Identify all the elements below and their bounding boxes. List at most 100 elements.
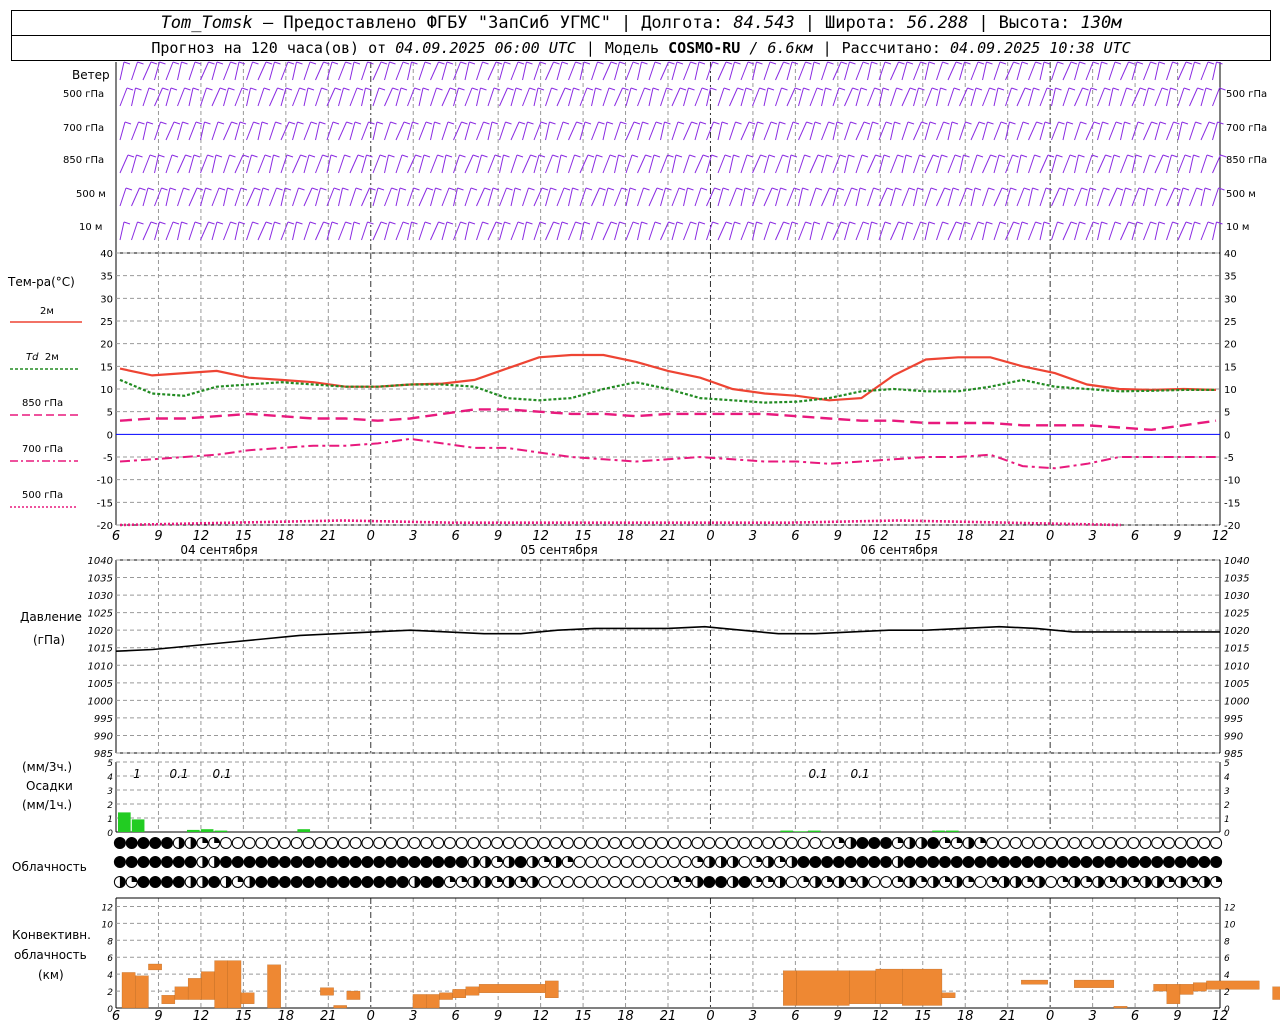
wind-barb — [1016, 154, 1022, 174]
wind-barb — [395, 221, 404, 241]
cloud-circle — [502, 837, 515, 849]
wind-barb-flag — [1150, 61, 1157, 65]
cloud-circle — [314, 876, 327, 888]
cloud-symbol — [573, 856, 586, 868]
wind-barb — [602, 187, 609, 207]
wind-barb-flag — [607, 187, 615, 191]
cloud-symbol — [844, 856, 857, 868]
wind-barb-flag — [345, 61, 352, 65]
wind-barb-flag — [1151, 121, 1158, 125]
cloud-symbol — [1198, 856, 1211, 868]
wind-barb-flag — [125, 187, 133, 191]
wind-barb — [1143, 187, 1148, 207]
cloud-symbol — [255, 856, 268, 868]
conv-bar — [1074, 979, 1115, 988]
wind-barb-flag — [1136, 221, 1144, 225]
wind-barb-flag — [737, 87, 744, 91]
wind-barb-flag — [516, 154, 524, 158]
conv-bar — [121, 972, 136, 1009]
wind-barb-flag — [403, 121, 411, 125]
wind-barb-flag — [1082, 87, 1089, 91]
cloud-circle — [161, 837, 174, 849]
cloud-circle — [432, 837, 445, 849]
cloud-circle — [1151, 856, 1164, 868]
wind-barb-flag — [1114, 61, 1122, 65]
cloud-symbol — [408, 876, 421, 888]
wind-barb — [1074, 61, 1080, 81]
wind-barb — [395, 121, 405, 141]
wind-barb — [729, 61, 735, 81]
wind-barb-flag — [873, 187, 880, 191]
wind-barb-flag — [930, 187, 938, 191]
wind-barb — [142, 221, 152, 241]
cloud-symbol — [856, 856, 869, 868]
wind-barb-flag — [931, 87, 939, 91]
cloud-symbol — [184, 837, 197, 849]
cloud-symbol — [396, 856, 409, 868]
wind-barb — [798, 87, 804, 107]
wind-barb-flag — [434, 121, 441, 125]
cloud-circle — [561, 837, 574, 849]
cloud-symbol — [561, 856, 574, 868]
wind-barb — [763, 121, 772, 141]
wind-barb-flag — [277, 87, 284, 91]
cloud-symbol — [443, 856, 456, 868]
wind-barb — [1051, 61, 1058, 81]
wind-barb — [223, 187, 228, 207]
wind-barb-flag — [254, 187, 261, 191]
cloud-circle — [821, 856, 834, 868]
wind-barb-flag — [780, 187, 787, 191]
cloud-circle — [1127, 856, 1140, 868]
cloud-symbol — [267, 876, 280, 888]
cloud-symbol — [644, 837, 657, 849]
wind-barb-flag — [748, 121, 756, 125]
wind-barb-flag — [503, 154, 510, 158]
temp-hour-label: 0 — [706, 529, 714, 544]
wind-barb — [821, 187, 830, 207]
cloud-half — [532, 876, 538, 888]
cloud-circle — [656, 876, 669, 888]
temp-hour-label: 6 — [452, 529, 460, 544]
wind-barb — [568, 154, 575, 174]
wind-barb — [568, 221, 576, 241]
cloud-symbol — [1104, 856, 1117, 868]
wind-barb — [1085, 61, 1094, 81]
wind-barb-flag — [514, 187, 522, 191]
wind-barb — [177, 221, 182, 241]
wind-barb-flag — [149, 154, 157, 158]
cloud-symbol — [149, 876, 162, 888]
precip-annotation: 0.1 — [169, 767, 188, 781]
cloud-circle — [467, 837, 480, 849]
conv-hour-label: 9 — [834, 1009, 842, 1024]
wind-barb-flag — [376, 121, 384, 125]
cloud-symbol — [337, 856, 350, 868]
wind-barb — [947, 87, 955, 107]
cloud-circle — [113, 856, 126, 868]
cloud-symbol — [1021, 856, 1034, 868]
wind-barb-flag — [275, 121, 282, 125]
cloud-circle — [927, 856, 940, 868]
wind-barb-flag — [401, 154, 409, 158]
wind-barb — [349, 221, 355, 241]
wind-barb-flag — [470, 187, 478, 191]
cloud-quarter — [567, 856, 574, 862]
wind-barb — [591, 87, 596, 107]
wind-barb — [1200, 221, 1209, 241]
cloud-circle — [290, 876, 303, 888]
cloud-symbol — [703, 876, 716, 888]
wind-barb — [338, 121, 347, 141]
cloud-symbol — [502, 856, 515, 868]
wind-barb-flag — [378, 87, 386, 91]
wind-barb-flag — [678, 187, 686, 191]
wind-barb — [418, 221, 426, 241]
temp-ytick-left: 40 — [100, 249, 113, 260]
wind-barb-flag — [389, 221, 396, 225]
wind-barb — [832, 61, 842, 81]
wind-barb — [234, 87, 243, 107]
wind-barb-flag — [816, 87, 824, 91]
wind-barb-flag — [172, 221, 180, 225]
wind-barb — [1085, 187, 1091, 207]
wind-barb — [556, 187, 565, 207]
cloud-circle — [1045, 856, 1058, 868]
wind-barb — [177, 187, 184, 207]
